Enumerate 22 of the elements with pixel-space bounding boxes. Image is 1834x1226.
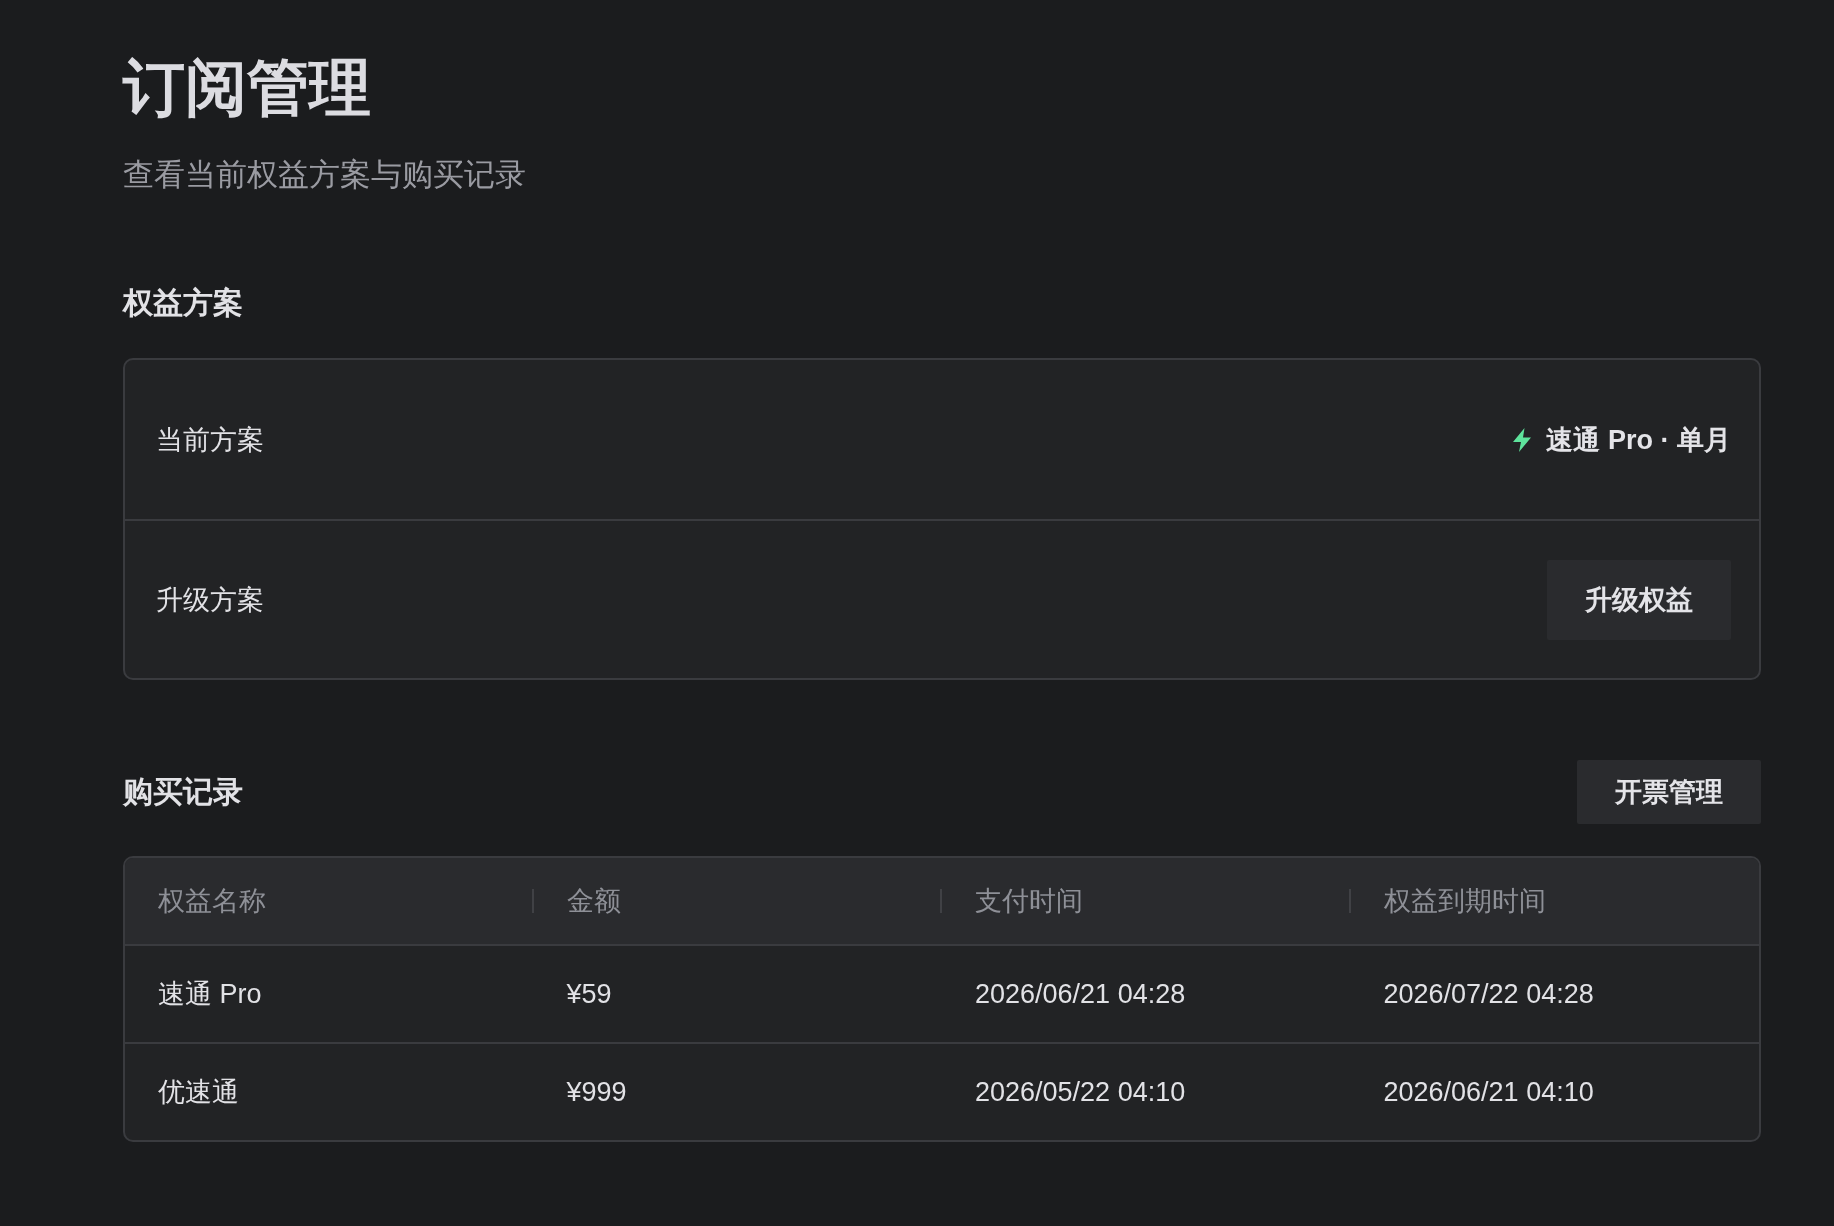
row-label: 当前方案 [156, 423, 264, 457]
table-cell-text: ¥59 [566, 978, 612, 1011]
section-heading: 权益方案 [123, 285, 243, 321]
table-cell-text: 2026/06/21 04:28 [975, 978, 1186, 1011]
page-subtitle: 查看当前权益方案与购买记录 [123, 156, 526, 194]
table-cell-text: ¥999 [566, 1076, 627, 1109]
table-cell-text: 2026/06/21 04:10 [1383, 1076, 1594, 1109]
lightning-bolt-icon [1512, 427, 1533, 452]
column-header: 支付时间 [975, 885, 1083, 918]
invoice-button[interactable]: 开票管理 [1577, 760, 1761, 824]
table-cell-text: 速通 Pro [158, 978, 262, 1011]
row-label: 升级方案 [156, 583, 264, 617]
table-cell-text: 2026/07/22 04:28 [1383, 978, 1594, 1011]
table-cell-text: 优速通 [158, 1076, 239, 1109]
column-header: 权益到期时间 [1383, 885, 1546, 918]
section-heading: 购买记录 [123, 774, 243, 810]
plan-name: 速通 Pro · 单月 [1546, 423, 1731, 457]
column-header: 金额 [566, 885, 621, 918]
upgrade-button[interactable]: 升级权益 [1547, 559, 1731, 640]
table-cell-text: 2026/05/22 04:10 [975, 1076, 1186, 1109]
column-header: 权益名称 [158, 885, 266, 918]
page-title: 订阅管理 [123, 53, 371, 123]
